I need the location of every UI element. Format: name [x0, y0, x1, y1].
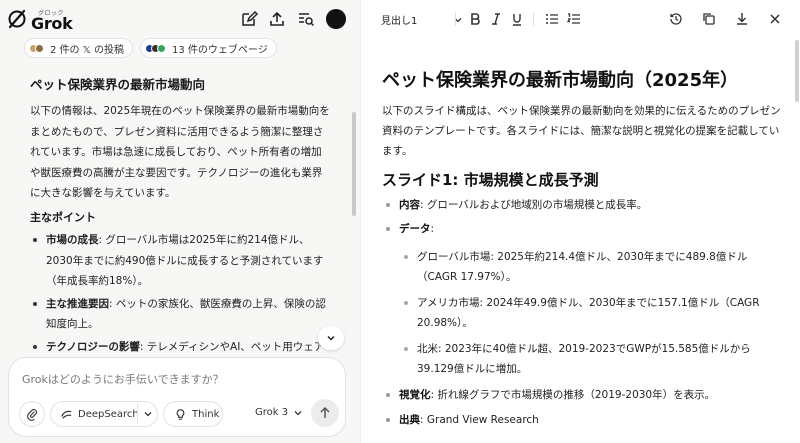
list-item: グローバル市場: 2025年約214.4億ドル、2030年までに489.8億ドル… — [382, 247, 787, 287]
chevron-down-icon[interactable] — [143, 409, 153, 419]
item-label: 出典 — [399, 414, 420, 426]
send-button[interactable] — [311, 399, 339, 427]
web-pages-chip[interactable]: 13 件のウェブページ — [140, 38, 277, 58]
item-text: : Grand View Research — [420, 414, 539, 426]
document-scrollbar[interactable] — [795, 40, 799, 102]
document-title: ペット保険業界の最新市場動向（2025年） — [382, 70, 739, 91]
slide-heading: スライド1: 市場規模と成長予測 — [382, 171, 599, 189]
underline-icon[interactable] — [509, 11, 525, 27]
points-list: 市場の成長: グローバル市場は2025年に約214億ドル、2030年までに約49… — [30, 230, 332, 357]
copy-icon[interactable] — [701, 11, 717, 27]
logo-wordmark: Grok — [31, 14, 73, 33]
chevron-down-icon — [294, 410, 302, 415]
x-posts-label: 2 件の 𝕏 の投稿 — [50, 44, 124, 56]
bold-icon[interactable] — [467, 11, 483, 27]
data-item-text: グローバル市場: 2025年約214.4億ドル、2030年までに489.8億ドル… — [417, 251, 748, 283]
share-icon[interactable] — [268, 10, 286, 28]
points-heading: 主なポイント — [30, 211, 96, 224]
edit-icon[interactable] — [240, 10, 259, 28]
message-title: ペット保険業界の最新市場動向 — [30, 77, 206, 92]
data-item-text: 北米: 2023年に40億ドル超、2019-2023でGWPが15.585億ドル… — [417, 343, 751, 375]
paperclip-icon — [26, 408, 37, 421]
button-divider — [137, 404, 138, 424]
attach-button[interactable] — [19, 401, 45, 427]
chat-scrollbar[interactable] — [352, 112, 356, 216]
list-item: 北米: 2023年に40億ドル超、2019-2023でGWPが15.585億ドル… — [382, 339, 787, 379]
chevron-down-icon — [327, 335, 335, 341]
document-body[interactable]: ペット保険業界の最新市場動向（2025年） 以下のスライド構成は、ペット保険業界… — [382, 38, 792, 443]
download-icon[interactable] — [734, 11, 750, 27]
deepsearch-label: DeepSearch — [78, 408, 139, 420]
list-item: アメリカ市場: 2024年49.9億ドル、2030年までに157.1億ドル（CA… — [382, 293, 787, 333]
toolbar-divider — [533, 12, 534, 26]
list-item: 市場の成長: グローバル市場は2025年に約214億ドル、2030年までに約49… — [30, 230, 332, 292]
message-intro: 以下の情報は、2025年現在のペット保険業界の最新市場動向をまとめたもので、プレ… — [30, 105, 330, 199]
grok-logo[interactable]: グロック Grok — [7, 5, 77, 33]
scroll-to-bottom-button[interactable] — [318, 326, 344, 350]
list-item: データ: — [382, 219, 787, 239]
think-label: Think — [192, 408, 220, 420]
deepsearch-icon — [61, 410, 72, 419]
chat-message: ペット保険業界の最新市場動向 以下の情報は、2025年現在のペット保険業界の最新… — [30, 74, 332, 357]
numbered-list-icon[interactable] — [566, 11, 582, 27]
block-style-select[interactable]: 見出し1 — [381, 12, 463, 27]
editor-toolbar: 見出し1 — [361, 0, 800, 38]
list-item: 主な推進要因: ペットの家族化、獣医療費の上昇、保険の認知度向上。 — [30, 294, 332, 335]
bullet-list-icon[interactable] — [544, 11, 560, 27]
prompt-input[interactable]: Grokはどのようにお手伝いできますか？ — [22, 371, 224, 387]
post-avatar-icon — [35, 43, 44, 53]
item-text: : — [430, 223, 435, 235]
document-intro: 以下のスライド構成は、ペット保険業界の最新動向を効果的に伝えるためのプレゼン資料… — [382, 105, 781, 157]
web-pages-label: 13 件のウェブページ — [172, 44, 268, 56]
list-item: テクノロジーの影響: テレメディシンやAI、ペット用ウェアラブル技術が普及 — [30, 337, 332, 358]
chat-header: グロック Grok — [0, 0, 360, 38]
italic-icon[interactable] — [488, 11, 504, 27]
x-posts-chip[interactable]: 2 件の 𝕏 の投稿 — [24, 38, 133, 58]
toolbar-divider — [455, 12, 456, 26]
arrow-up-icon — [320, 406, 330, 418]
think-button[interactable]: Think — [163, 401, 223, 427]
item-label: 視覚化 — [399, 389, 431, 401]
model-label: Grok 3 — [255, 407, 289, 418]
deepsearch-button[interactable]: DeepSearch — [50, 401, 158, 427]
composer: Grokはどのようにお手伝いできますか？ DeepSearch Think Gr… — [8, 357, 346, 437]
lightbulb-icon — [176, 408, 185, 420]
point-label: 主な推進要因 — [46, 297, 109, 310]
document-pane: 見出し1 ペット保険業界の最新市場動向（2025年） 以下のスライド構成は、ペッ… — [360, 0, 800, 443]
data-item-text: アメリカ市場: 2024年49.9億ドル、2030年までに157.1億ドル（CA… — [417, 297, 760, 329]
list-item: 内容: グローバルおよび地域別の市場規模と成長率。 — [382, 195, 787, 215]
grok-logo-icon — [8, 9, 26, 29]
item-label: データ — [399, 223, 431, 235]
history-icon[interactable] — [668, 11, 684, 27]
user-avatar[interactable] — [326, 9, 346, 29]
chat-pane: グロック Grok 2 件の 𝕏 の投稿 13 件のウェブページ ペット保険業界… — [0, 0, 360, 443]
list-item: 出典: Grand View Research — [382, 410, 787, 430]
item-label: 内容 — [399, 199, 420, 211]
block-style-label: 見出し1 — [381, 16, 418, 27]
item-text: : グローバルおよび地域別の市場規模と成長率。 — [420, 199, 648, 211]
item-text: : 折れ線グラフで市場規模の推移（2019-2030年）を表示。 — [430, 389, 716, 401]
point-label: テクノロジーの影響 — [46, 340, 140, 353]
model-select[interactable]: Grok 3 — [255, 407, 303, 418]
site-favicon-icon — [157, 43, 166, 53]
point-label: 市場の成長 — [46, 234, 99, 246]
history-search-icon[interactable] — [297, 10, 315, 28]
close-icon[interactable] — [767, 11, 783, 27]
list-item: 視覚化: 折れ線グラフで市場規模の推移（2019-2030年）を表示。 — [382, 385, 787, 405]
